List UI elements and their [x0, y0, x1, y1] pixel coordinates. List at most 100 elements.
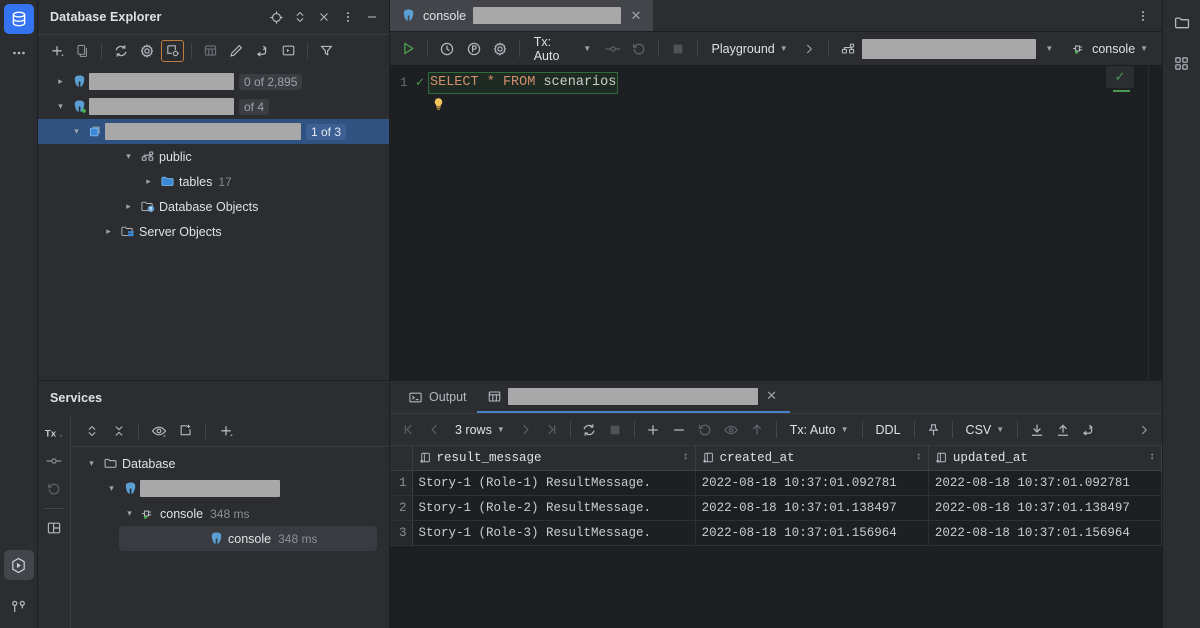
cell-created-at[interactable]: 2022-08-18 10:37:01.092781 [695, 470, 929, 496]
services-row-console-session[interactable]: ▾ console 348 ms [71, 501, 389, 526]
cell-result-message[interactable]: Story-1 (Role-1) ResultMessage. [412, 470, 696, 496]
services-row-console-child[interactable]: console 348 ms [119, 526, 377, 551]
copy-icon[interactable] [70, 39, 95, 63]
sort-indicator-icon[interactable]: ↕ [683, 452, 689, 463]
expand-collapse-icon[interactable] [289, 6, 311, 28]
sql-editor[interactable]: 1 ✓ SELECT * FROM scenarios ✓ [390, 66, 1162, 380]
filter-funnel-icon[interactable] [314, 39, 339, 63]
close-icon[interactable]: ✕ [764, 388, 780, 404]
services-tree[interactable]: ▾ Database ▾ ▾ console 348 ms console 34… [71, 447, 389, 628]
cell-result-message[interactable]: Story-1 (Role-3) ResultMessage. [412, 520, 696, 546]
schema-icon[interactable] [835, 37, 860, 61]
layout-icon[interactable] [42, 516, 66, 540]
cell-result-message[interactable]: Story-1 (Role-2) ResultMessage. [412, 495, 696, 521]
table-row[interactable]: 2 Story-1 (Role-2) ResultMessage. 2022-0… [390, 495, 1162, 521]
chevron-down-icon[interactable]: ▾ [103, 483, 120, 494]
rail-database-explorer[interactable] [3, 4, 34, 34]
jump-to-icon[interactable] [250, 39, 275, 63]
table-row[interactable]: 1 Story-1 (Role-1) ResultMessage. 2022-0… [390, 470, 1162, 496]
tree-row-database-objects[interactable]: ▸ Database Objects [38, 194, 389, 219]
rail-services[interactable] [3, 550, 34, 580]
chevron-down-icon[interactable]: ▾ [83, 458, 100, 469]
redacted-schema-selector[interactable] [861, 38, 1036, 59]
rows-count-dropdown[interactable]: 3 rows ▼ [448, 418, 512, 442]
tx-icon[interactable]: Tx [42, 421, 66, 445]
column-header-created-at[interactable]: created_at ↕ [695, 446, 929, 471]
plus-icon[interactable] [44, 39, 69, 63]
rail-plugins[interactable] [1167, 48, 1197, 78]
tree-row-selected-database[interactable]: ▾ 1 of 3 [38, 119, 389, 144]
code-area[interactable]: SELECT * FROM scenarios ✓ [428, 66, 1148, 380]
minimize-icon[interactable] [361, 6, 383, 28]
next-page-icon[interactable] [513, 418, 538, 442]
sort-indicator-icon[interactable]: ↕ [1149, 452, 1155, 463]
history-clock-icon[interactable] [434, 37, 459, 61]
plus-icon[interactable] [213, 419, 238, 443]
chevron-down-icon[interactable]: ▾ [120, 151, 137, 162]
sort-indicator-icon[interactable]: ↕ [916, 452, 922, 463]
pin-icon[interactable] [921, 418, 946, 442]
tx-mode-dropdown[interactable]: Tx: Auto ▼ [526, 35, 600, 63]
rail-project-files[interactable] [1167, 8, 1197, 38]
edit-pencil-icon[interactable] [224, 39, 249, 63]
chevron-right-icon[interactable]: ▸ [52, 76, 69, 87]
sql-statement[interactable]: SELECT * FROM scenarios [428, 72, 619, 94]
commit-icon[interactable] [600, 37, 625, 61]
add-row-plus-icon[interactable] [641, 418, 666, 442]
tree-row-server-objects[interactable]: ▸ Server Objects [38, 219, 389, 244]
reload-icon[interactable] [577, 418, 602, 442]
ddl-button[interactable]: DDL [869, 418, 908, 442]
chevron-right-icon[interactable]: ▸ [100, 226, 117, 237]
chevron-right-icon[interactable] [797, 37, 822, 61]
cell-updated-at[interactable]: 2022-08-18 10:37:01.092781 [928, 470, 1162, 496]
rail-more-tool-windows[interactable] [4, 38, 34, 68]
commit-icon[interactable] [42, 449, 66, 473]
column-header-updated-at[interactable]: updated_at ↕ [928, 446, 1162, 471]
collapse-all-icon[interactable] [106, 419, 131, 443]
services-row-database[interactable]: ▾ Database [71, 451, 389, 476]
rollback-icon[interactable] [627, 37, 652, 61]
chevron-down-icon[interactable]: ▾ [68, 126, 85, 137]
table-icon[interactable] [198, 39, 223, 63]
close-icon[interactable]: ✕ [628, 8, 644, 24]
jump-to-icon[interactable] [1076, 418, 1101, 442]
sync-icon[interactable] [108, 39, 133, 63]
cell-created-at[interactable]: 2022-08-18 10:37:01.138497 [695, 495, 929, 521]
run-play-icon[interactable] [396, 37, 421, 61]
tx-mode-dropdown[interactable]: Tx: Auto ▼ [783, 418, 856, 442]
rail-version-control[interactable] [4, 592, 34, 622]
chevron-right-icon[interactable] [1131, 418, 1156, 442]
editor-tab-console[interactable]: console ✕ [390, 0, 654, 31]
tab-result-grid[interactable]: ✕ [476, 381, 790, 413]
submit-up-icon[interactable] [745, 418, 770, 442]
database-filter-icon[interactable] [160, 39, 185, 63]
download-icon[interactable] [1024, 418, 1049, 442]
delete-row-minus-icon[interactable] [667, 418, 692, 442]
locate-icon[interactable] [265, 6, 287, 28]
cell-updated-at[interactable]: 2022-08-18 10:37:01.138497 [928, 495, 1162, 521]
lightbulb-icon[interactable] [431, 96, 1148, 112]
chevron-down-icon[interactable]: ▼ [1037, 37, 1062, 61]
more-vertical-icon[interactable] [1132, 5, 1154, 27]
settings-gear-icon[interactable] [134, 39, 159, 63]
parameters-icon[interactable] [461, 37, 486, 61]
cell-updated-at[interactable]: 2022-08-18 10:37:01.156964 [928, 520, 1162, 546]
open-console-icon[interactable] [276, 39, 301, 63]
tree-row-public-schema[interactable]: ▾ public [38, 144, 389, 169]
table-row[interactable]: 3 Story-1 (Role-3) ResultMessage. 2022-0… [390, 520, 1162, 546]
upload-icon[interactable] [1050, 418, 1075, 442]
stop-square-icon[interactable] [665, 37, 690, 61]
rollback-icon[interactable] [42, 477, 66, 501]
last-page-icon[interactable] [539, 418, 564, 442]
tree-row-tables[interactable]: ▸ tables 17 [38, 169, 389, 194]
expand-collapse-icon[interactable] [79, 419, 104, 443]
chevron-down-icon[interactable]: ▾ [52, 101, 69, 112]
cell-created-at[interactable]: 2022-08-18 10:37:01.156964 [695, 520, 929, 546]
session-dropdown[interactable]: console ▼ [1063, 37, 1156, 61]
prev-page-icon[interactable] [422, 418, 447, 442]
settings-gear-icon[interactable] [487, 37, 512, 61]
export-format-dropdown[interactable]: CSV ▼ [959, 418, 1012, 442]
tab-output[interactable]: Output [398, 381, 477, 413]
tree-row[interactable]: ▸ 0 of 2,895 [38, 69, 389, 94]
revert-icon[interactable] [693, 418, 718, 442]
